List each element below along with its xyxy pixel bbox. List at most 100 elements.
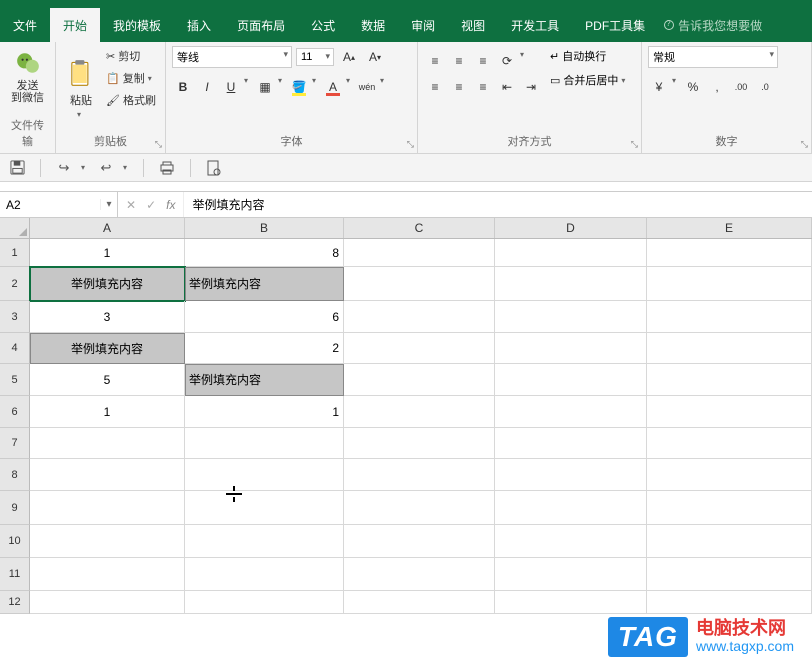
cell-C6[interactable] (344, 396, 495, 428)
row-header-11[interactable]: 11 (0, 558, 30, 591)
cell-E4[interactable] (647, 333, 812, 364)
send-wechat-button[interactable]: 发送 到微信 (6, 46, 49, 106)
cell-B6[interactable]: 1 (185, 396, 344, 428)
fx-icon[interactable]: fx (166, 198, 175, 212)
tab-templates[interactable]: 我的模板 (100, 8, 174, 42)
name-box-dropdown-icon[interactable]: ▾ (100, 199, 117, 210)
tab-dev[interactable]: 开发工具 (498, 8, 572, 42)
number-format-select[interactable]: 常规 (648, 46, 778, 68)
tab-view[interactable]: 视图 (448, 8, 498, 42)
print-button[interactable] (156, 157, 178, 179)
cell-C2[interactable] (344, 267, 495, 301)
decrease-decimal-button[interactable]: .0 (754, 76, 776, 98)
cell-C8[interactable] (344, 459, 495, 491)
align-launcher-icon[interactable]: ⤡ (631, 139, 638, 150)
cell-A4[interactable]: 举例填充内容 (30, 333, 185, 364)
cell-B2[interactable]: 举例填充内容 (185, 267, 344, 301)
cell-B3[interactable]: 6 (185, 301, 344, 333)
indent-dec-button[interactable]: ⇤ (496, 76, 518, 98)
cell-B9[interactable] (185, 491, 344, 525)
underline-button[interactable]: U (220, 76, 242, 98)
comma-button[interactable]: , (706, 76, 728, 98)
cell-E11[interactable] (647, 558, 812, 591)
row-header-3[interactable]: 3 (0, 301, 30, 333)
clipboard-launcher-icon[interactable]: ⤡ (155, 139, 162, 150)
col-header-E[interactable]: E (647, 218, 812, 238)
cell-B7[interactable] (185, 428, 344, 459)
row-header-6[interactable]: 6 (0, 396, 30, 428)
row-header-12[interactable]: 12 (0, 591, 30, 614)
orientation-button[interactable]: ⟳ (496, 50, 518, 72)
font-name-select[interactable]: 等线 (172, 46, 292, 68)
tab-home[interactable]: 开始 (50, 8, 100, 42)
paste-dropdown-icon[interactable]: ▾ (77, 110, 85, 119)
cell-D2[interactable] (495, 267, 647, 301)
cell-E1[interactable] (647, 239, 812, 267)
wrap-text-button[interactable]: ↵自动换行 (548, 46, 631, 66)
undo-button[interactable]: ↩ (95, 157, 117, 179)
cell-E12[interactable] (647, 591, 812, 614)
cell-B5[interactable]: 举例填充内容 (185, 364, 344, 396)
paste-button[interactable]: 粘贴 ▾ (62, 46, 100, 133)
cell-D8[interactable] (495, 459, 647, 491)
bold-button[interactable]: B (172, 76, 194, 98)
indent-inc-button[interactable]: ⇥ (520, 76, 542, 98)
col-header-D[interactable]: D (495, 218, 647, 238)
row-header-2[interactable]: 2 (0, 267, 30, 301)
cell-E7[interactable] (647, 428, 812, 459)
font-size-select[interactable]: 11 (296, 48, 334, 66)
row-header-10[interactable]: 10 (0, 525, 30, 558)
row-header-1[interactable]: 1 (0, 239, 30, 267)
cell-A11[interactable] (30, 558, 185, 591)
tab-review[interactable]: 审阅 (398, 8, 448, 42)
cell-D5[interactable] (495, 364, 647, 396)
row-header-4[interactable]: 4 (0, 333, 30, 364)
name-box[interactable]: ▾ (0, 192, 118, 217)
font-color-button[interactable]: A (322, 76, 344, 98)
col-header-A[interactable]: A (30, 218, 185, 238)
cell-D7[interactable] (495, 428, 647, 459)
increase-font-button[interactable]: A▴ (338, 46, 360, 68)
save-button[interactable] (6, 157, 28, 179)
cell-B10[interactable] (185, 525, 344, 558)
col-header-B[interactable]: B (185, 218, 344, 238)
tell-me[interactable]: 告诉我您想要做 (664, 8, 762, 42)
percent-button[interactable]: % (682, 76, 704, 98)
align-bottom-button[interactable]: ≡ (472, 50, 494, 72)
cell-C12[interactable] (344, 591, 495, 614)
copy-button[interactable]: 📋复制▾ (104, 68, 158, 88)
format-painter-button[interactable]: 🖌格式刷 (104, 90, 158, 110)
cell-D3[interactable] (495, 301, 647, 333)
tab-data[interactable]: 数据 (348, 8, 398, 42)
cell-E10[interactable] (647, 525, 812, 558)
cell-E3[interactable] (647, 301, 812, 333)
cell-D6[interactable] (495, 396, 647, 428)
cell-E5[interactable] (647, 364, 812, 396)
align-middle-button[interactable]: ≡ (448, 50, 470, 72)
cell-A5[interactable]: 5 (30, 364, 185, 396)
increase-decimal-button[interactable]: .00 (730, 76, 752, 98)
cell-A2[interactable]: 举例填充内容 (30, 267, 185, 301)
cell-E6[interactable] (647, 396, 812, 428)
tab-file[interactable]: 文件 (0, 8, 50, 42)
spreadsheet-grid[interactable]: A B C D E 1 1 8 2 举例填充内容 举例填充内容 3 3 6 4 … (0, 218, 812, 614)
row-header-9[interactable]: 9 (0, 491, 30, 525)
cell-A1[interactable]: 1 (30, 239, 185, 267)
accept-formula-icon[interactable]: ✓ (146, 198, 156, 212)
row-header-7[interactable]: 7 (0, 428, 30, 459)
cell-C10[interactable] (344, 525, 495, 558)
redo-button[interactable]: ↪ (53, 157, 75, 179)
cell-C4[interactable] (344, 333, 495, 364)
align-right-button[interactable]: ≡ (472, 76, 494, 98)
cell-A3[interactable]: 3 (30, 301, 185, 333)
cell-E2[interactable] (647, 267, 812, 301)
cell-E8[interactable] (647, 459, 812, 491)
print-preview-button[interactable] (203, 157, 225, 179)
cell-B4[interactable]: 2 (185, 333, 344, 364)
cell-D12[interactable] (495, 591, 647, 614)
cell-B12[interactable] (185, 591, 344, 614)
cell-A8[interactable] (30, 459, 185, 491)
cell-A7[interactable] (30, 428, 185, 459)
cell-D11[interactable] (495, 558, 647, 591)
border-button[interactable]: ▦ (254, 76, 276, 98)
